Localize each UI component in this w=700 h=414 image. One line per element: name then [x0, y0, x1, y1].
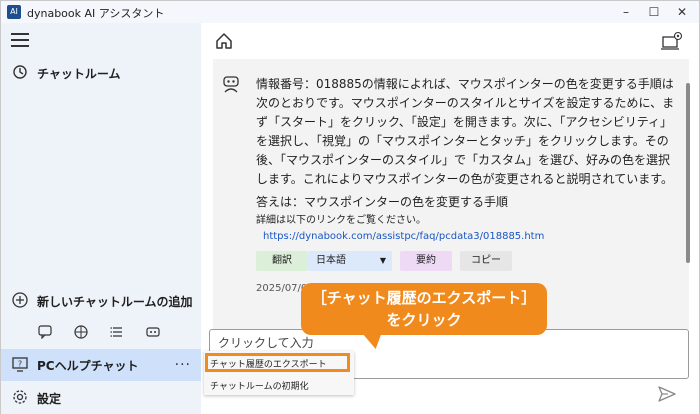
- list-icon[interactable]: [109, 325, 125, 341]
- scrollbar[interactable]: [686, 83, 690, 263]
- message-answer: 答えは：マウスポインターの色を変更する手順: [256, 195, 509, 209]
- close-button[interactable]: ✕: [667, 3, 697, 21]
- sidebar-item-settings[interactable]: 設定: [1, 382, 201, 414]
- app-logo-icon: AI: [7, 5, 21, 19]
- sidebar-item-label: 設定: [37, 391, 62, 406]
- sports-ball-icon[interactable]: [73, 325, 89, 341]
- message-paragraph: 情報番号：018885の情報によれば、マウスポインターの色を変更する手順は次のと…: [256, 77, 675, 186]
- chat-input[interactable]: [218, 336, 618, 350]
- language-select-value: 日本語: [316, 255, 346, 266]
- menu-item-reset-chatroom[interactable]: チャットルームの初期化: [210, 379, 309, 392]
- sidebar-item-label: PCヘルプチャット: [37, 358, 139, 373]
- send-icon[interactable]: [657, 385, 677, 403]
- callout-line-2: をクリック: [386, 311, 462, 329]
- add-chatroom-label: 新しいチャットルームの追加: [37, 294, 193, 309]
- minimize-button[interactable]: –: [611, 3, 641, 21]
- pc-settings-icon[interactable]: [661, 31, 683, 51]
- sidebar-item-pc-help-chat[interactable]: ? PCヘルプチャット ···: [1, 349, 201, 381]
- sidebar-item-label: チャットルーム: [37, 66, 121, 81]
- title-bar: AI dynabook AI アシスタント – ☐ ✕: [1, 1, 699, 23]
- bot-message: 情報番号：018885の情報によれば、マウスポインターの色を変更する手順は次のと…: [256, 75, 676, 216]
- svg-text:?: ?: [18, 360, 22, 369]
- add-chatroom-button[interactable]: 新しいチャットルームの追加: [1, 285, 201, 317]
- chevron-down-icon: ▼: [379, 256, 386, 265]
- translate-button[interactable]: 翻訳: [256, 251, 308, 271]
- instruction-callout: ［チャット履歴のエクスポート］ をクリック: [301, 283, 547, 335]
- bot-avatar-icon: [221, 73, 241, 93]
- message-action-bar: 翻訳 日本語 ▼ 要約 コピー: [256, 251, 512, 271]
- gear-icon: [11, 389, 29, 407]
- home-icon[interactable]: [214, 31, 234, 51]
- sidebar: チャットルーム 新しいチャットルームの追加 ? PCヘルプチャット ··· 設定: [1, 23, 201, 414]
- hamburger-icon[interactable]: [11, 33, 29, 47]
- language-select[interactable]: 日本語 ▼: [308, 251, 392, 271]
- help-icon: ?: [11, 356, 29, 374]
- chat-icon[interactable]: [37, 325, 53, 341]
- detail-note: 詳細は以下のリンクをご覧ください。: [256, 215, 426, 226]
- maximize-button[interactable]: ☐: [639, 3, 669, 21]
- history-icon: [11, 64, 29, 82]
- sidebar-item-chatroom[interactable]: チャットルーム: [1, 57, 201, 89]
- tool-icons: [37, 325, 161, 341]
- faq-link[interactable]: https://dynabook.com/assistpc/faq/pcdata…: [263, 231, 544, 242]
- robot-icon[interactable]: [145, 325, 161, 341]
- copy-button[interactable]: コピー: [460, 251, 512, 271]
- more-options-button[interactable]: ···: [175, 357, 191, 373]
- app-window: AI dynabook AI アシスタント – ☐ ✕ チャットルーム 新しいチ…: [0, 0, 700, 414]
- export-highlight-box: [205, 353, 350, 372]
- plus-circle-icon: [11, 292, 29, 310]
- window-title: dynabook AI アシスタント: [27, 7, 165, 20]
- callout-line-1: ［チャット履歴のエクスポート］: [311, 289, 537, 307]
- summary-button[interactable]: 要約: [400, 251, 452, 271]
